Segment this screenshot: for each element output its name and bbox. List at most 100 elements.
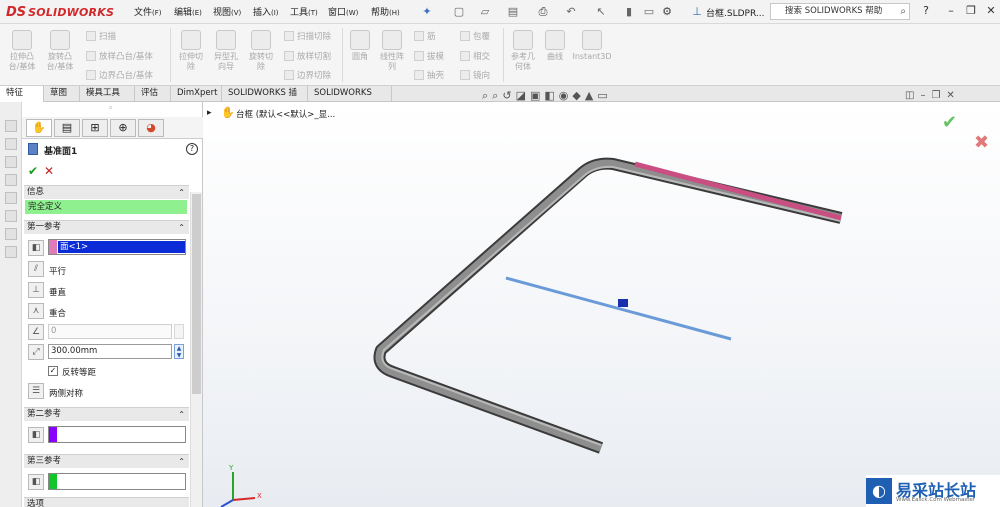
second-reference-header[interactable]: 第二参考 ⌃ <box>24 407 189 421</box>
first-reference-header[interactable]: 第一参考 ⌃ <box>24 220 189 234</box>
configuration-manager-tab-icon[interactable]: ⊞ <box>82 119 108 137</box>
graphics-area[interactable]: ▸ ✋ 台框 (默认<<默认>_显... Y X ✔ ✖ <box>203 102 1000 507</box>
undo-icon[interactable]: ↶ <box>562 4 580 20</box>
display-manager-tab-icon[interactable]: ◕ <box>138 119 164 137</box>
tab-solidworks-addins[interactable]: SOLIDWORKS 插件 <box>222 86 308 113</box>
menu-view[interactable]: 视图(V) <box>213 5 241 18</box>
confirm-corner-cancel-icon[interactable]: ✖ <box>974 132 989 153</box>
shell-button[interactable]: 抽壳 <box>414 69 444 81</box>
tool-icon[interactable] <box>5 246 17 258</box>
view-orientation-icon[interactable]: ▣ <box>530 89 544 102</box>
curves-button[interactable]: 曲线 <box>541 30 569 62</box>
revolve-cut-button[interactable]: 旋转切 除 <box>246 30 276 72</box>
viewport-close-icon[interactable]: ✕ <box>946 90 960 101</box>
third-reference-field[interactable] <box>48 473 186 490</box>
new-document-icon[interactable]: ▢ <box>450 4 468 20</box>
property-manager-tab-icon[interactable]: ▤ <box>54 119 80 137</box>
menu-window[interactable]: 窗口(W) <box>328 5 358 18</box>
perpendicular-icon[interactable]: ⊥ <box>28 282 44 298</box>
rebuild-icon[interactable]: ▮ <box>620 4 638 20</box>
hole-wizard-button[interactable]: 异型孔 向导 <box>210 30 242 72</box>
pin-icon[interactable]: ✦ <box>418 4 436 20</box>
dimxpert-manager-tab-icon[interactable]: ⊕ <box>110 119 136 137</box>
parallel-icon[interactable]: ⫽ <box>28 261 44 277</box>
display-style-icon[interactable]: ◧ <box>544 89 558 102</box>
tab-solidworks-mbd[interactable]: SOLIDWORKS MBD <box>308 86 392 113</box>
linear-pattern-button[interactable]: 线性阵 列 <box>376 30 408 72</box>
rib-button[interactable]: 筋 <box>414 30 436 42</box>
menu-file[interactable]: 文件(F) <box>134 5 162 18</box>
loft-boss-button[interactable]: 放样凸台/基体 <box>86 50 153 62</box>
section-view-icon[interactable]: ◪ <box>516 89 530 102</box>
mirror-button[interactable]: 镜向 <box>460 69 490 81</box>
angle-input[interactable]: 0 <box>48 324 172 339</box>
viewport-restore-icon[interactable]: ❐ <box>931 90 946 101</box>
help-icon[interactable]: ? <box>186 143 198 155</box>
fillet-button[interactable]: 圆角 <box>346 30 374 62</box>
file-properties-icon[interactable]: ▭ <box>640 4 658 20</box>
options-header[interactable]: 选项 <box>24 497 189 507</box>
tab-evaluate[interactable]: 评估 <box>135 86 171 102</box>
mid-plane-icon[interactable]: ☰ <box>28 383 44 399</box>
angle-icon[interactable]: ∠ <box>28 324 44 340</box>
help-search-input[interactable]: 搜索 SOLIDWORKS 帮助 ⌕ <box>770 3 910 20</box>
third-reference-header[interactable]: 第三参考 ⌃ <box>24 454 189 468</box>
second-reference-field[interactable] <box>48 426 186 443</box>
tab-mold-tools[interactable]: 模具工具 <box>80 86 135 102</box>
tab-features[interactable]: 特征 <box>0 86 44 102</box>
menu-insert[interactable]: 插入(I) <box>253 5 279 18</box>
view-settings-icon[interactable]: ▭ <box>597 89 611 102</box>
tool-icon[interactable] <box>5 228 17 240</box>
solidworks-logo[interactable]: DS SOLIDWORKS <box>6 4 114 20</box>
previous-view-icon[interactable]: ↺ <box>502 89 515 102</box>
info-section-header[interactable]: 信息 ⌃ <box>24 185 189 199</box>
extrude-boss-button[interactable]: 拉伸凸 台/基体 <box>6 30 38 72</box>
edit-appearance-icon[interactable]: ◆ <box>572 89 584 102</box>
print-icon[interactable]: ⎙ <box>534 4 552 20</box>
draft-button[interactable]: 拔模 <box>414 50 444 62</box>
menu-tools[interactable]: 工具(T) <box>290 5 318 18</box>
tool-icon[interactable] <box>5 156 17 168</box>
tab-sketch[interactable]: 草图 <box>44 86 80 102</box>
menu-edit[interactable]: 编辑(E) <box>174 5 202 18</box>
model-viewport[interactable] <box>203 102 1000 507</box>
sweep-button[interactable]: 扫描 <box>86 30 116 42</box>
confirm-corner-ok-icon[interactable]: ✔ <box>942 112 957 133</box>
scene-icon[interactable]: ▲ <box>585 89 597 102</box>
offset-distance-input[interactable]: 300.00mm <box>48 344 172 359</box>
zoom-to-fit-icon[interactable]: ⌕ <box>482 89 492 102</box>
pm-scrollbar-thumb[interactable] <box>192 194 201 394</box>
angle-spinner[interactable] <box>174 324 184 339</box>
split-view-icon[interactable]: ◫ <box>905 90 920 101</box>
wrap-button[interactable]: 包覆 <box>460 30 490 42</box>
offset-spinner[interactable]: ▲ ▼ <box>174 344 184 359</box>
options-gear-icon[interactable]: ⚙ <box>658 4 676 20</box>
help-question-icon[interactable]: ? <box>918 3 934 19</box>
intersect-button[interactable]: 相交 <box>460 50 490 62</box>
revolve-boss-button[interactable]: 旋转凸 台/基体 <box>44 30 76 72</box>
tool-icon[interactable] <box>5 120 17 132</box>
restore-button[interactable]: ❐ <box>963 3 979 19</box>
hide-show-icon[interactable]: ◉ <box>559 89 573 102</box>
minimize-button[interactable]: – <box>943 3 959 19</box>
boundary-cut-button[interactable]: 边界切除 <box>284 69 331 81</box>
viewport-minimize-icon[interactable]: – <box>920 90 931 101</box>
first-reference-field[interactable]: 面<1> <box>48 239 186 255</box>
menu-help[interactable]: 帮助(H) <box>371 5 400 18</box>
tab-dimxpert[interactable]: DimXpert <box>171 86 222 102</box>
ok-button[interactable]: ✔ <box>28 164 38 178</box>
tool-icon[interactable] <box>5 138 17 150</box>
reference-geometry-button[interactable]: 参考几 何体 <box>507 30 539 72</box>
tool-icon[interactable] <box>5 210 17 222</box>
zoom-area-icon[interactable]: ⌕ <box>492 89 502 102</box>
feature-manager-tab-icon[interactable]: ✋ <box>26 119 52 137</box>
extrude-cut-button[interactable]: 拉伸切 除 <box>176 30 206 72</box>
instant3d-button[interactable]: Instant3D <box>572 30 612 62</box>
pm-scrollbar[interactable] <box>190 192 202 507</box>
tool-icon[interactable] <box>5 192 17 204</box>
boundary-boss-button[interactable]: 边界凸台/基体 <box>86 69 153 81</box>
search-icon[interactable]: ⌕ <box>900 4 906 19</box>
coincident-icon[interactable]: ⋏ <box>28 303 44 319</box>
sweep-cut-button[interactable]: 扫描切除 <box>284 30 331 42</box>
offset-distance-icon[interactable]: ⤢ <box>28 344 44 360</box>
